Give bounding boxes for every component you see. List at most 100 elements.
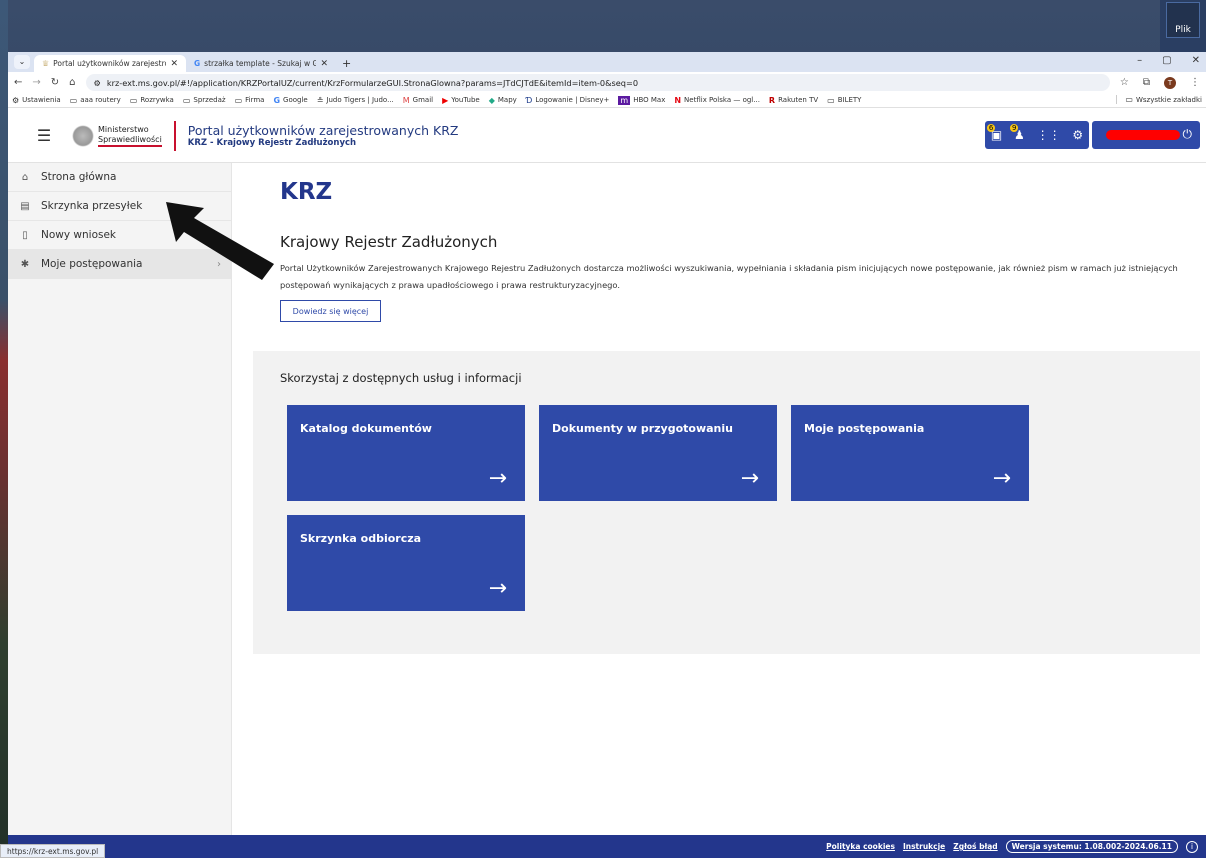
page-subtitle: Krajowy Rejestr Zadłużonych: [280, 233, 498, 251]
arrow-right-icon: →: [992, 466, 1011, 491]
bookmark-label: Google: [283, 96, 308, 104]
site-settings-icon[interactable]: ⚙: [94, 78, 101, 88]
sidebar-item-label: Nowy wniosek: [41, 229, 117, 241]
redacted-username: [1106, 130, 1180, 140]
bookmark-item[interactable]: ▭ Firma: [235, 96, 265, 105]
url-text: krz-ext.ms.gov.pl/#!/application/KRZPort…: [106, 77, 639, 88]
report-bug-link[interactable]: Zgłoś błąd: [953, 842, 997, 851]
profile-avatar[interactable]: T: [1164, 76, 1176, 89]
user-account-button[interactable]: ⏻: [1092, 121, 1200, 149]
arrow-right-icon: →: [488, 576, 507, 601]
learn-more-button[interactable]: Dowiedz się więcej: [280, 300, 381, 322]
page-description: Portal Użytkowników Zarejestrowanych Kra…: [280, 263, 1178, 290]
close-window-icon[interactable]: ✕: [1192, 55, 1200, 66]
bookmark-item[interactable]: ▭ BILETY: [827, 96, 861, 105]
footer-links: Polityka cookies Instrukcje Zgłoś błąd W…: [826, 840, 1198, 853]
page-footer: https://krz-ext.ms.gov.pl Polityka cooki…: [0, 835, 1206, 858]
bookmark-label: HBO Max: [633, 96, 666, 104]
folder-icon: ▭: [182, 95, 191, 105]
folder-icon: ▭: [827, 95, 835, 105]
bookmark-star-icon[interactable]: ☆: [1120, 77, 1129, 88]
maximize-icon[interactable]: ▢: [1162, 55, 1171, 66]
address-bar-actions: ☆ ⧉ T ⋮: [1120, 76, 1200, 89]
tile-recipient-inbox[interactable]: Skrzynka odbiorcza →: [287, 515, 525, 611]
close-tab-icon[interactable]: ✕: [170, 59, 178, 69]
tab-title: Portal użytkowników zarejestro: [53, 59, 167, 68]
cookies-policy-link[interactable]: Polityka cookies: [826, 842, 895, 851]
reload-icon[interactable]: ↻: [51, 77, 59, 88]
portal-title: Portal użytkowników zarejestrowanych KRZ: [187, 123, 459, 138]
tile-label: Skrzynka odbiorcza: [300, 532, 422, 545]
google-icon: G: [273, 95, 281, 105]
services-panel: Skorzystaj z dostępnych usług i informac…: [253, 351, 1200, 654]
close-tab-icon[interactable]: ✕: [320, 59, 328, 69]
bookmark-item[interactable]: ⚙ Ustawienia: [12, 96, 61, 105]
minimize-icon[interactable]: –: [1137, 55, 1142, 66]
forward-icon[interactable]: →: [32, 77, 40, 88]
bookmark-item[interactable]: ≗ Judo Tigers | Judo...: [317, 96, 394, 105]
ministry-line2: Sprawiedliwości: [98, 135, 162, 147]
desktop-wallpaper-edge: [0, 0, 8, 858]
bookmark-label: Sprzedaż: [193, 96, 226, 104]
bookmark-item[interactable]: M Gmail: [403, 96, 433, 105]
arrow-right-icon: →: [740, 466, 759, 491]
status-bar-url: https://krz-ext.ms.gov.pl: [0, 844, 106, 858]
bookmark-label: YouTube: [451, 96, 480, 104]
arrow-right-icon: →: [488, 466, 507, 491]
new-tab-button[interactable]: +: [336, 57, 357, 72]
bookmark-item[interactable]: ▭ Sprzedaż: [183, 96, 226, 105]
services-title: Skorzystaj z dostępnych usług i informac…: [280, 371, 522, 385]
instructions-link[interactable]: Instrukcje: [903, 842, 945, 851]
all-bookmarks[interactable]: ▭ Wszystkie zakładki: [1116, 95, 1202, 104]
inbox-icon: ▤: [20, 200, 30, 212]
logout-power-icon[interactable]: ⏻: [1183, 127, 1193, 142]
bookmark-item[interactable]: N Netflix Polska — ogl...: [674, 96, 760, 105]
bookmark-item[interactable]: ▭ Rozrywka: [130, 96, 174, 105]
judo-icon: ≗: [316, 95, 324, 105]
sidebar-item-home[interactable]: ⌂ Strona główna: [8, 163, 231, 192]
tile-document-catalog[interactable]: Katalog dokumentów →: [287, 405, 525, 501]
tab-search-button[interactable]: ⌄: [14, 55, 30, 69]
url-field[interactable]: ⚙ krz-ext.ms.gov.pl/#!/application/KRZPo…: [85, 74, 1110, 91]
menu-icon[interactable]: ☰: [24, 126, 64, 145]
bookmark-label: BILETY: [837, 96, 862, 104]
portal-titles: Portal użytkowników zarejestrowanych KRZ…: [188, 123, 459, 148]
documents-notification-icon[interactable]: ▣ 6: [986, 124, 1002, 142]
tab-strip: ⌄ ♕ Portal użytkowników zarejestro ✕ G s…: [8, 52, 1206, 72]
bookmark-label: Ustawienia: [22, 96, 61, 104]
bookmark-item[interactable]: ▶ YouTube: [442, 96, 480, 105]
maps-icon: ◆: [488, 95, 495, 105]
tab-google-search[interactable]: G strzałka template - Szukaj w Go ✕: [186, 55, 336, 72]
tile-documents-in-preparation[interactable]: Dokumenty w przygotowaniu →: [539, 405, 777, 501]
bookmark-label: Firma: [245, 96, 265, 104]
tab-portal[interactable]: ♕ Portal użytkowników zarejestro ✕: [34, 55, 186, 72]
bookmark-item[interactable]: m HBO Max: [618, 95, 666, 105]
home-icon[interactable]: ⌂: [69, 77, 75, 88]
bookmark-item[interactable]: ▭ aaa routery: [70, 96, 121, 105]
ministry-logo[interactable]: Ministerstwo Sprawiedliwości: [72, 120, 176, 151]
gmail-icon: M: [402, 95, 410, 105]
bookmark-item[interactable]: ◆ Mapy: [489, 96, 517, 105]
settings-gear-icon[interactable]: ⚙: [1072, 128, 1083, 142]
browser-window: ⌄ ♕ Portal użytkowników zarejestro ✕ G s…: [0, 52, 1206, 858]
back-icon[interactable]: ←: [14, 77, 22, 88]
apps-grid-icon[interactable]: ⋮⋮: [1037, 128, 1061, 142]
disney-icon: Ɗ: [525, 95, 533, 105]
bookmark-item[interactable]: G Google: [273, 96, 307, 105]
address-bar: ← → ↻ ⌂ ⚙ krz-ext.ms.gov.pl/#!/applicati…: [8, 72, 1206, 93]
bookmark-item[interactable]: R Rakuten TV: [769, 96, 818, 105]
browser-menu-icon[interactable]: ⋮: [1190, 77, 1200, 88]
bookmark-label: Gmail: [412, 96, 434, 104]
extensions-icon[interactable]: ⧉: [1143, 77, 1150, 88]
sidebar-item-label: Moje postępowania: [41, 258, 143, 270]
bookmark-label: Judo Tigers | Judo...: [326, 96, 394, 104]
tile-label: Dokumenty w przygotowaniu: [552, 422, 733, 435]
bookmark-item[interactable]: Ɗ Logowanie | Disney+: [526, 96, 610, 105]
tile-my-proceedings[interactable]: Moje postępowania →: [791, 405, 1029, 501]
info-icon[interactable]: i: [1186, 840, 1198, 853]
messages-notification-icon[interactable]: ♟ 9: [1010, 124, 1025, 142]
bookmark-label: Rakuten TV: [778, 96, 819, 104]
ministry-line1: Ministerstwo: [98, 124, 149, 134]
desktop-file-icon[interactable]: Plik: [1166, 2, 1200, 38]
tile-label: Moje postępowania: [804, 422, 925, 435]
